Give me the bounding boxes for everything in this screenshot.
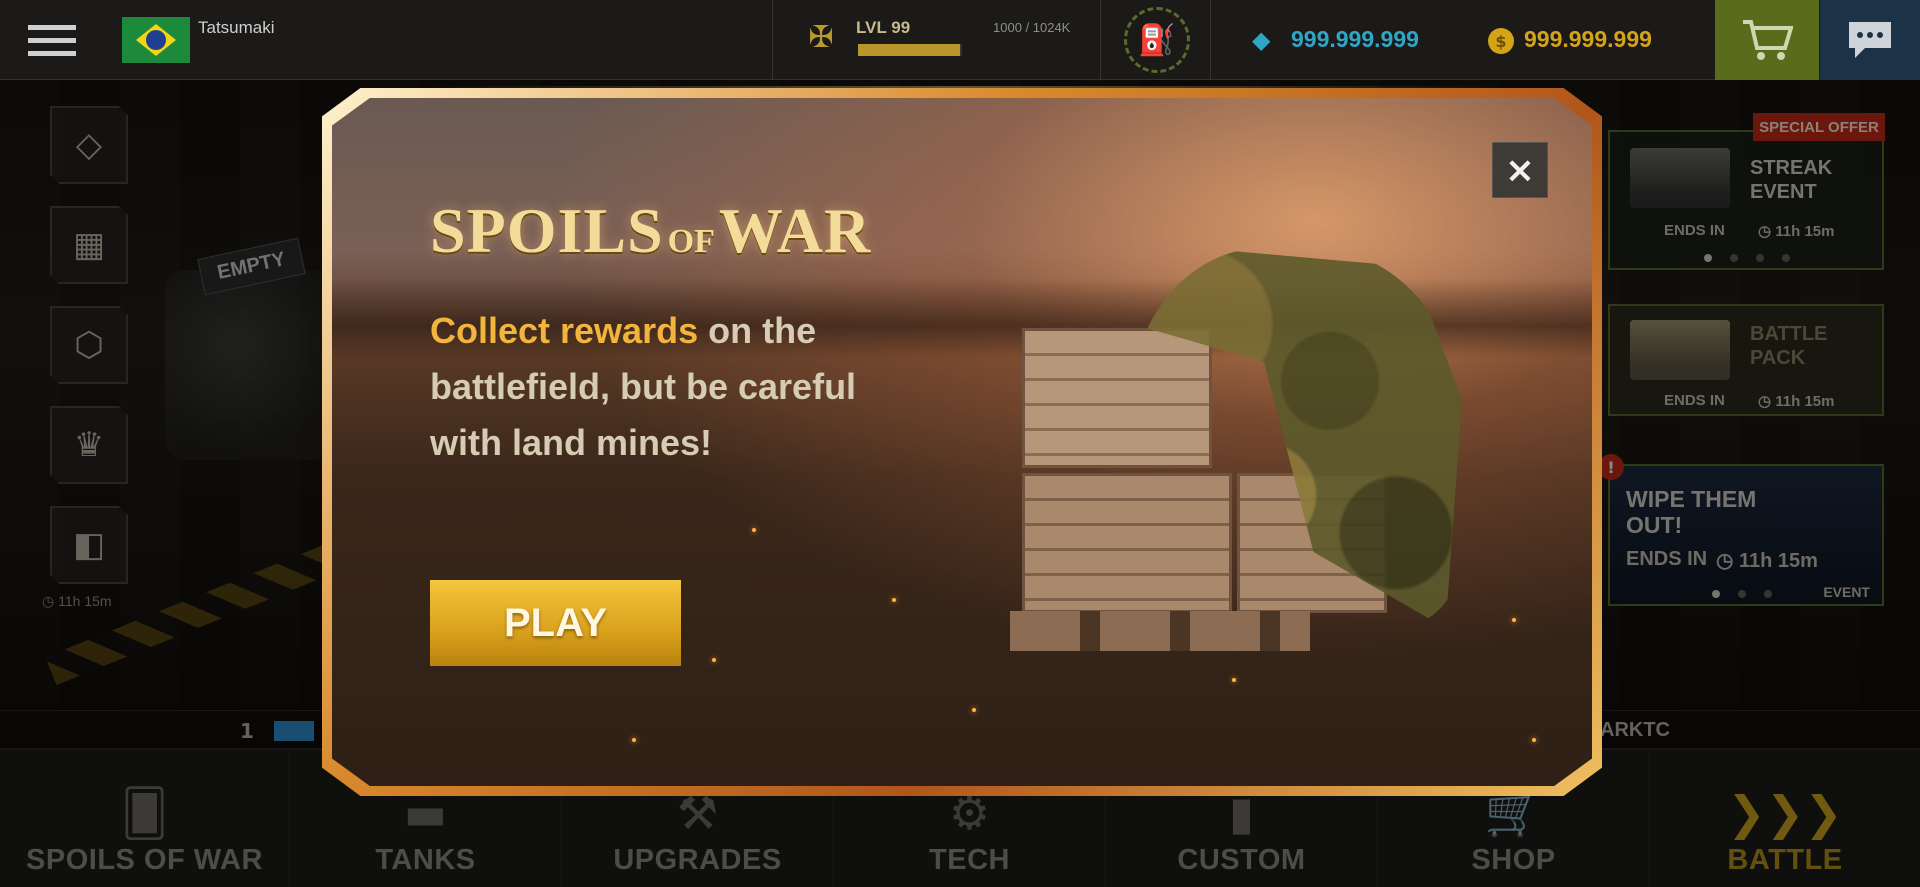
shop-cart-button[interactable]: [1715, 0, 1819, 80]
modal-description: Collect rewards on the battlefield, but …: [430, 303, 890, 471]
ember: [1512, 618, 1516, 622]
gems-balance: 999.999.999: [1291, 26, 1419, 52]
coin-icon: $: [1488, 28, 1514, 54]
fuel-can-icon[interactable]: ⛽: [1124, 7, 1190, 73]
ember: [752, 528, 756, 532]
ember: [892, 598, 896, 602]
ember: [632, 738, 636, 742]
modal-title: SPOILS OFWAR: [430, 195, 872, 266]
close-button[interactable]: ×: [1492, 142, 1548, 198]
hamburger-icon: [28, 25, 76, 30]
ember: [1532, 738, 1536, 742]
xp-progress-fill: [858, 44, 960, 56]
coins-balance: 999.999.999: [1524, 26, 1652, 52]
ember: [712, 658, 716, 662]
menu-button[interactable]: [28, 25, 76, 59]
xp-text: 1000 / 1024K: [993, 20, 1071, 35]
chat-icon: [1849, 22, 1891, 58]
ember: [1232, 678, 1236, 682]
player-level: LVL 99: [856, 18, 911, 37]
ember: [972, 708, 976, 712]
brazil-flag-icon: [122, 17, 190, 63]
top-bar: Tatsumaki ✠ LVL 99 1000 / 1024K ⛽ ◆ 999.…: [0, 0, 1920, 80]
rank-eagle-icon: ✠: [808, 20, 834, 55]
xp-progress-bar: [858, 44, 962, 56]
play-button[interactable]: PLAY: [430, 580, 681, 666]
description-highlight: Collect rewards: [430, 310, 699, 351]
gem-icon: ◆: [1252, 26, 1271, 54]
chat-button[interactable]: [1820, 0, 1920, 80]
close-icon: ×: [1504, 149, 1536, 191]
player-username: Tatsumaki: [198, 18, 275, 37]
cart-icon: [1743, 20, 1793, 60]
